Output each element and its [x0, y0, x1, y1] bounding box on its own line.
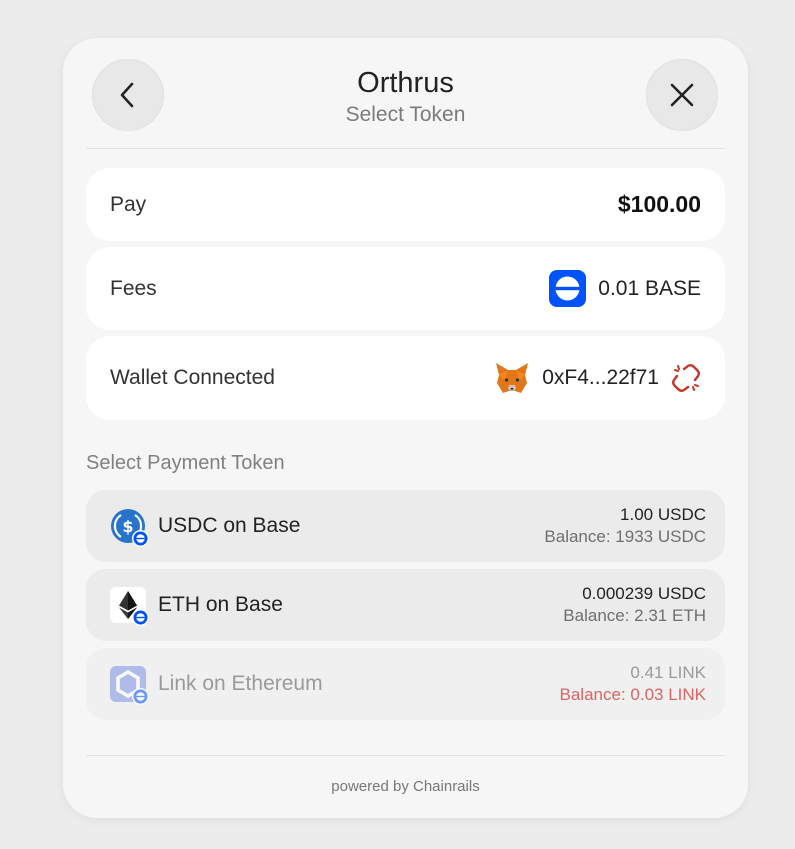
modal-header: Orthrus Select Token [63, 38, 748, 148]
payment-section-title: Select Payment Token [86, 452, 285, 474]
fees-amount: 0.01 BASE [598, 276, 701, 300]
pay-row: Pay $100.00 [86, 168, 725, 241]
token-balance: Balance: 2.31 ETH [563, 606, 706, 625]
wallet-label: Wallet Connected [110, 366, 275, 389]
token-amount: 0.41 LINK [630, 663, 706, 682]
modal-subtitle: Select Token [345, 103, 466, 126]
token-amount: 0.000239 USDC [582, 584, 706, 603]
base-badge-icon [132, 530, 149, 547]
fees-label: Fees [110, 276, 157, 300]
pay-amount: $100.00 [617, 191, 701, 217]
close-button[interactable] [646, 59, 718, 131]
powered-by-footer: powered by Chainrails [331, 778, 480, 795]
wallet-row: Wallet Connected 0xF4...22f71 [86, 336, 725, 420]
footer-divider [86, 755, 725, 756]
wallet-address: 0xF4...22f71 [542, 366, 659, 389]
token-balance-insufficient: Balance: 0.03 LINK [559, 685, 706, 704]
metamask-fox-icon [496, 363, 529, 393]
token-name: ETH on Base [158, 593, 283, 616]
close-icon [670, 83, 694, 107]
token-option-eth-base[interactable]: ETH on Base 0.000239 USDC Balance: 2.31 … [86, 569, 725, 641]
fees-row: Fees 0.01 BASE [86, 247, 725, 330]
token-name: Link on Ethereum [158, 672, 323, 695]
token-option-link-ethereum[interactable]: Link on Ethereum 0.41 LINK Balance: 0.03… [86, 648, 725, 720]
token-option-usdc-base[interactable]: $ USDC on Base 1.00 USDC Balance: 1933 U… [86, 490, 725, 562]
token-amount: 1.00 USDC [620, 505, 706, 524]
ethereum-badge-icon [132, 688, 149, 705]
pay-label: Pay [110, 192, 147, 216]
select-token-modal: Orthrus Select Token Pay $100.00 Fees 0.… [63, 38, 748, 818]
header-divider [86, 148, 725, 149]
disconnect-wallet-button[interactable] [671, 363, 701, 393]
base-badge-icon [132, 609, 149, 626]
token-name: USDC on Base [158, 514, 301, 537]
token-balance: Balance: 1933 USDC [544, 527, 706, 546]
disconnect-link-icon [672, 364, 700, 392]
base-logo-icon [549, 270, 587, 307]
